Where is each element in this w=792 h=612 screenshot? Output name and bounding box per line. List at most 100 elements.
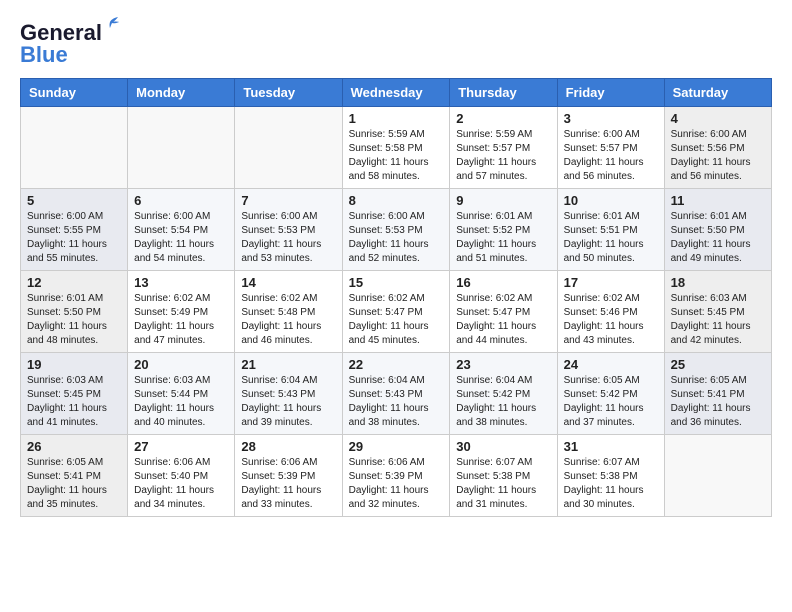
calendar-week-row: 1Sunrise: 5:59 AM Sunset: 5:58 PM Daylig… [21,107,772,189]
day-info: Sunrise: 6:04 AM Sunset: 5:42 PM Dayligh… [456,374,550,430]
table-row: 31 Sunrise: 6:07 AM Sunset: 5:38 PM Dayli… [557,435,664,517]
table-row [664,435,771,517]
day-number: 16 [456,275,550,290]
table-row: 7 Sunrise: 6:00 AM Sunset: 5:53 PM Daylig… [235,189,342,271]
day-info: Sunrise: 6:06 AM Sunset: 5:39 PM Dayligh… [349,456,444,512]
col-sunday: Sunday [21,79,128,107]
table-row: 17Sunrise: 6:02 AM Sunset: 5:46 PM Dayli… [557,271,664,353]
table-row: 29 Sunrise: 6:06 AM Sunset: 5:39 PM Dayli… [342,435,450,517]
day-number: 24 [564,357,658,372]
day-info: Sunrise: 6:05 AM Sunset: 5:41 PM Dayligh… [671,374,765,430]
table-row: 25Sunrise: 6:05 AM Sunset: 5:41 PM Dayli… [664,353,771,435]
day-number: 18 [671,275,765,290]
calendar-header-row: Sunday Monday Tuesday Wednesday Thursday… [21,79,772,107]
day-number: 4 [671,111,765,126]
table-row: 9Sunrise: 6:01 AM Sunset: 5:52 PM Daylig… [450,189,557,271]
table-row: 22Sunrise: 6:04 AM Sunset: 5:43 PM Dayli… [342,353,450,435]
table-row: 24 Sunrise: 6:05 AM Sunset: 5:42 PM Dayli… [557,353,664,435]
table-row: 14 Sunrise: 6:02 AM Sunset: 5:48 PM Dayli… [235,271,342,353]
day-info: Sunrise: 6:04 AM Sunset: 5:43 PM Dayligh… [241,374,335,430]
col-saturday: Saturday [664,79,771,107]
day-number: 27 [134,439,228,454]
day-info: Sunrise: 6:00 AM Sunset: 5:53 PM Dayligh… [241,210,335,266]
table-row: 19 Sunrise: 6:03 AM Sunset: 5:45 PM Dayli… [21,353,128,435]
col-monday: Monday [128,79,235,107]
day-number: 15 [349,275,444,290]
table-row: 30 Sunrise: 6:07 AM Sunset: 5:38 PM Dayli… [450,435,557,517]
day-info: Sunrise: 6:01 AM Sunset: 5:50 PM Dayligh… [27,292,121,348]
day-info: Sunrise: 6:00 AM Sunset: 5:57 PM Dayligh… [564,128,658,184]
day-info: Sunrise: 5:59 AM Sunset: 5:57 PM Dayligh… [456,128,550,184]
day-info: Sunrise: 6:01 AM Sunset: 5:51 PM Dayligh… [564,210,658,266]
day-number: 28 [241,439,335,454]
table-row: 10Sunrise: 6:01 AM Sunset: 5:51 PM Dayli… [557,189,664,271]
day-number: 22 [349,357,444,372]
table-row: 28 Sunrise: 6:06 AM Sunset: 5:39 PM Dayli… [235,435,342,517]
day-info: Sunrise: 6:02 AM Sunset: 5:48 PM Dayligh… [241,292,335,348]
day-number: 12 [27,275,121,290]
table-row: 2Sunrise: 5:59 AM Sunset: 5:57 PM Daylig… [450,107,557,189]
day-number: 6 [134,193,228,208]
table-row: 12 Sunrise: 6:01 AM Sunset: 5:50 PM Dayli… [21,271,128,353]
table-row [235,107,342,189]
day-info: Sunrise: 6:05 AM Sunset: 5:42 PM Dayligh… [564,374,658,430]
day-number: 21 [241,357,335,372]
table-row [128,107,235,189]
day-info: Sunrise: 6:05 AM Sunset: 5:41 PM Dayligh… [27,456,121,512]
day-info: Sunrise: 6:02 AM Sunset: 5:46 PM Dayligh… [564,292,658,348]
day-number: 19 [27,357,121,372]
col-thursday: Thursday [450,79,557,107]
table-row: 5 Sunrise: 6:00 AM Sunset: 5:55 PM Daylig… [21,189,128,271]
calendar-week-row: 19 Sunrise: 6:03 AM Sunset: 5:45 PM Dayli… [21,353,772,435]
day-number: 20 [134,357,228,372]
header: General Blue [20,20,772,68]
day-info: Sunrise: 6:02 AM Sunset: 5:49 PM Dayligh… [134,292,228,348]
day-info: Sunrise: 6:03 AM Sunset: 5:44 PM Dayligh… [134,374,228,430]
calendar-table: Sunday Monday Tuesday Wednesday Thursday… [20,78,772,517]
day-info: Sunrise: 6:00 AM Sunset: 5:55 PM Dayligh… [27,210,121,266]
col-wednesday: Wednesday [342,79,450,107]
day-number: 13 [134,275,228,290]
day-info: Sunrise: 6:00 AM Sunset: 5:56 PM Dayligh… [671,128,765,184]
day-info: Sunrise: 6:03 AM Sunset: 5:45 PM Dayligh… [671,292,765,348]
day-info: Sunrise: 6:01 AM Sunset: 5:50 PM Dayligh… [671,210,765,266]
table-row: 1Sunrise: 5:59 AM Sunset: 5:58 PM Daylig… [342,107,450,189]
day-number: 3 [564,111,658,126]
day-number: 30 [456,439,550,454]
day-info: Sunrise: 6:06 AM Sunset: 5:40 PM Dayligh… [134,456,228,512]
col-tuesday: Tuesday [235,79,342,107]
day-info: Sunrise: 6:07 AM Sunset: 5:38 PM Dayligh… [564,456,658,512]
day-info: Sunrise: 6:00 AM Sunset: 5:53 PM Dayligh… [349,210,444,266]
day-number: 9 [456,193,550,208]
col-friday: Friday [557,79,664,107]
table-row: 26Sunrise: 6:05 AM Sunset: 5:41 PM Dayli… [21,435,128,517]
day-number: 7 [241,193,335,208]
day-info: Sunrise: 6:06 AM Sunset: 5:39 PM Dayligh… [241,456,335,512]
table-row: 8 Sunrise: 6:00 AM Sunset: 5:53 PM Daylig… [342,189,450,271]
day-info: Sunrise: 6:07 AM Sunset: 5:38 PM Dayligh… [456,456,550,512]
table-row: 3 Sunrise: 6:00 AM Sunset: 5:57 PM Daylig… [557,107,664,189]
table-row [21,107,128,189]
day-info: Sunrise: 5:59 AM Sunset: 5:58 PM Dayligh… [349,128,444,184]
table-row: 23 Sunrise: 6:04 AM Sunset: 5:42 PM Dayli… [450,353,557,435]
calendar-week-row: 5 Sunrise: 6:00 AM Sunset: 5:55 PM Daylig… [21,189,772,271]
calendar-week-row: 12 Sunrise: 6:01 AM Sunset: 5:50 PM Dayli… [21,271,772,353]
day-number: 8 [349,193,444,208]
table-row: 18 Sunrise: 6:03 AM Sunset: 5:45 PM Dayli… [664,271,771,353]
day-info: Sunrise: 6:03 AM Sunset: 5:45 PM Dayligh… [27,374,121,430]
logo-general: General [20,20,102,45]
table-row: 13 Sunrise: 6:02 AM Sunset: 5:49 PM Dayli… [128,271,235,353]
day-number: 5 [27,193,121,208]
day-number: 29 [349,439,444,454]
logo-bird-icon [100,14,120,34]
table-row: 6Sunrise: 6:00 AM Sunset: 5:54 PM Daylig… [128,189,235,271]
table-row: 20 Sunrise: 6:03 AM Sunset: 5:44 PM Dayli… [128,353,235,435]
table-row: 27 Sunrise: 6:06 AM Sunset: 5:40 PM Dayli… [128,435,235,517]
logo: General Blue [20,20,102,68]
day-number: 23 [456,357,550,372]
table-row: 16 Sunrise: 6:02 AM Sunset: 5:47 PM Dayli… [450,271,557,353]
day-info: Sunrise: 6:02 AM Sunset: 5:47 PM Dayligh… [456,292,550,348]
calendar-week-row: 26Sunrise: 6:05 AM Sunset: 5:41 PM Dayli… [21,435,772,517]
day-number: 14 [241,275,335,290]
day-number: 31 [564,439,658,454]
